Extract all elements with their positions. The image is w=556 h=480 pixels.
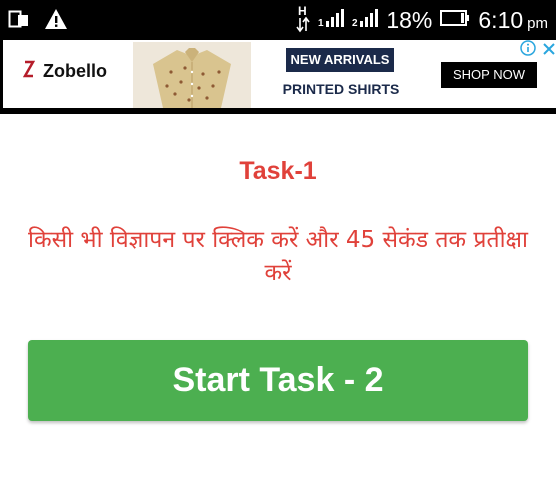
- ad-brand-name: Zobello: [43, 61, 107, 81]
- status-right: H 1 2 18% 6:10 pm: [296, 0, 548, 40]
- status-left-icons: [8, 8, 68, 34]
- adchoices-info-icon[interactable]: [520, 40, 536, 60]
- ad-subline[interactable]: PRINTED SHIRTS: [281, 81, 401, 97]
- svg-text:2: 2: [352, 18, 358, 27]
- status-bar: H 1 2 18% 6:10 pm: [0, 0, 556, 40]
- warning-icon: [44, 8, 68, 34]
- close-icon[interactable]: [542, 41, 556, 60]
- screen-mirror-icon: [8, 8, 30, 34]
- clock-ampm: pm: [527, 14, 548, 32]
- svg-text:1: 1: [318, 18, 324, 27]
- svg-text:H: H: [298, 4, 307, 18]
- ad-content[interactable]: Zobello NEW ARRIVALS PRINTED SHIRTS SHOP…: [3, 40, 556, 108]
- shop-now-button[interactable]: SHOP NOW: [441, 62, 537, 88]
- signal-sim1-icon: 1: [318, 8, 345, 32]
- task-title: Task-1: [239, 157, 317, 185]
- start-task-button[interactable]: Start Task - 2: [28, 340, 528, 421]
- brand-logo-icon: [22, 60, 36, 83]
- ad-headline[interactable]: NEW ARRIVALS: [286, 48, 394, 72]
- signal-sim2-icon: 2: [352, 8, 379, 32]
- ad-brand[interactable]: Zobello: [22, 60, 107, 83]
- shirt-image[interactable]: [133, 42, 251, 108]
- battery-percentage: 18%: [386, 6, 433, 33]
- ad-choices[interactable]: [511, 40, 556, 60]
- clock-time: 6:10: [478, 6, 524, 33]
- ad-banner[interactable]: Zobello NEW ARRIVALS PRINTED SHIRTS SHOP…: [0, 40, 556, 114]
- battery-icon: [440, 9, 470, 32]
- task-instruction: किसी भी विज्ञापन पर क्लिक करें और 45 सेक…: [27, 227, 529, 286]
- data-transfer-icon: H: [296, 3, 310, 38]
